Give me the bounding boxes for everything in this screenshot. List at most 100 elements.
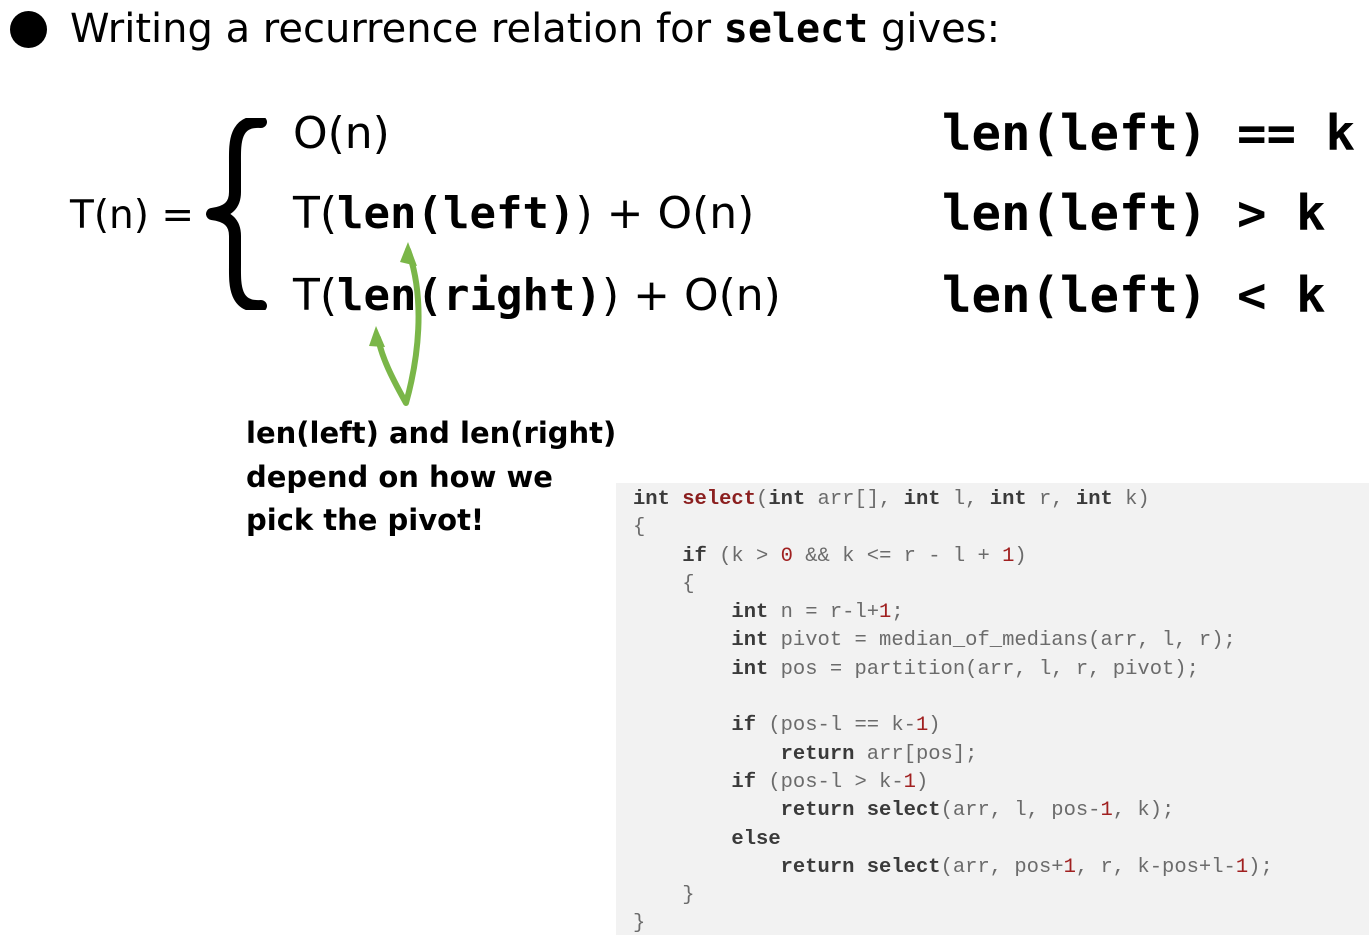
code-token: arr[], (805, 488, 904, 511)
code-token: (k > (706, 544, 781, 568)
code-token: 1 (1002, 544, 1015, 568)
code-token: 1 (1063, 855, 1076, 879)
code-token: pos = partition(arr, l, r, pivot); (768, 657, 1199, 681)
code-token: select (682, 488, 757, 511)
case-2-close: ) + O(n) (575, 188, 755, 239)
code-line: if (k > 0 && k <= r - l + 1) (633, 543, 1273, 571)
code-token: if (682, 544, 707, 568)
code-token: , k); (1112, 799, 1175, 823)
code-token: select (866, 799, 941, 823)
code-line: else (633, 826, 1273, 854)
code-line: int pos = partition(arr, l, r, pivot); (633, 656, 1273, 684)
code-line: { (633, 571, 1273, 599)
code-line: } (633, 882, 1273, 910)
code-token: arr[pos]; (854, 742, 978, 766)
code-line: { (633, 514, 1273, 542)
code-token: k) (1112, 488, 1150, 511)
code-token: int (633, 488, 670, 511)
code-token: l, (940, 488, 990, 511)
code-token: int (731, 601, 769, 625)
condition-3: len(left) < k (942, 267, 1326, 324)
code-token: select (866, 855, 941, 879)
code-line: int pivot = median_of_medians(arr, l, r)… (633, 627, 1273, 655)
code-token: ( (756, 488, 769, 511)
code-line: if (pos-l > k-1) (633, 769, 1273, 797)
case-3-open: T( (293, 270, 338, 321)
code-token: 1 (1100, 799, 1113, 823)
condition-2: len(left) > k (942, 185, 1326, 242)
code-line: } (633, 910, 1273, 935)
code-token: r, (1026, 488, 1076, 511)
annotation-line-3: pick the pivot! (246, 503, 485, 537)
code-token: { (633, 516, 646, 540)
heading-keyword: select (723, 6, 869, 52)
code-token: 1 (915, 714, 929, 738)
code-token: 1 (903, 770, 916, 794)
code-token: 0 (780, 544, 793, 568)
annotation-line-1: len(left) and len(right) (246, 416, 617, 450)
heading-suffix: gives: (868, 6, 1001, 52)
code-token: return (780, 742, 855, 766)
code-token: ; (891, 601, 904, 625)
code-token: 1 (1235, 855, 1249, 879)
code-token: int (768, 488, 806, 511)
bullet-icon (10, 11, 47, 48)
code-token: else (731, 827, 781, 851)
code-token: && k <= r - l + (792, 544, 1003, 568)
recurrence-lhs: T(n) = (70, 193, 195, 238)
code-token: ) (1014, 544, 1027, 568)
code-token: (pos-l > k- (756, 770, 904, 794)
case-2-open: T( (293, 188, 338, 239)
code-line: return select(arr, l, pos-1, k); (633, 797, 1273, 825)
pivot-annotation: len(left) and len(right) depend on how w… (246, 412, 616, 543)
code-token: int (731, 657, 769, 681)
left-brace-icon (206, 118, 267, 310)
code-line: if (pos-l == k-1) (633, 712, 1273, 740)
code-token: int (903, 488, 941, 511)
code-token: { (633, 572, 695, 596)
code-token: return (780, 855, 855, 879)
heading-prefix: Writing a recurrence relation for (70, 6, 724, 52)
code-line: int n = r-l+1; (633, 599, 1273, 627)
annotation-arrows-icon (369, 242, 422, 406)
code-block: int select(int arr[], int l, int r, int … (633, 486, 1273, 935)
condition-1: len(left) == k (942, 105, 1356, 162)
code-line: int select(int arr[], int l, int r, int … (633, 486, 1273, 514)
code-line: return arr[pos]; (633, 741, 1273, 769)
slide-heading: Writing a recurrence relation for select… (70, 2, 1000, 56)
code-token: pivot = median_of_medians(arr, l, r); (768, 629, 1236, 653)
code-token: } (633, 884, 695, 908)
slide: Writing a recurrence relation for select… (0, 0, 1369, 935)
code-token: return (780, 799, 855, 823)
code-token: int (989, 488, 1027, 511)
code-token: 1 (879, 601, 892, 625)
code-line: return select(arr, pos+1, r, k-pos+l-1); (633, 854, 1273, 882)
recurrence-case-1: O(n) (293, 106, 390, 162)
code-token: (pos-l == k- (756, 714, 916, 738)
code-token: ) (915, 770, 929, 794)
code-token: ) (928, 714, 941, 738)
annotation-line-2: depend on how we (246, 459, 553, 494)
code-token: , r, k-pos+l- (1075, 855, 1236, 879)
code-token: n = r-l+ (768, 601, 880, 625)
code-listing: int select(int arr[], int l, int r, int … (616, 483, 1369, 935)
code-token: if (731, 714, 757, 738)
case-1-text: O(n) (293, 108, 390, 159)
code-token: if (731, 770, 757, 794)
case-3-close: ) + O(n) (601, 270, 781, 321)
code-token: } (633, 912, 646, 935)
code-token: int (731, 629, 769, 653)
